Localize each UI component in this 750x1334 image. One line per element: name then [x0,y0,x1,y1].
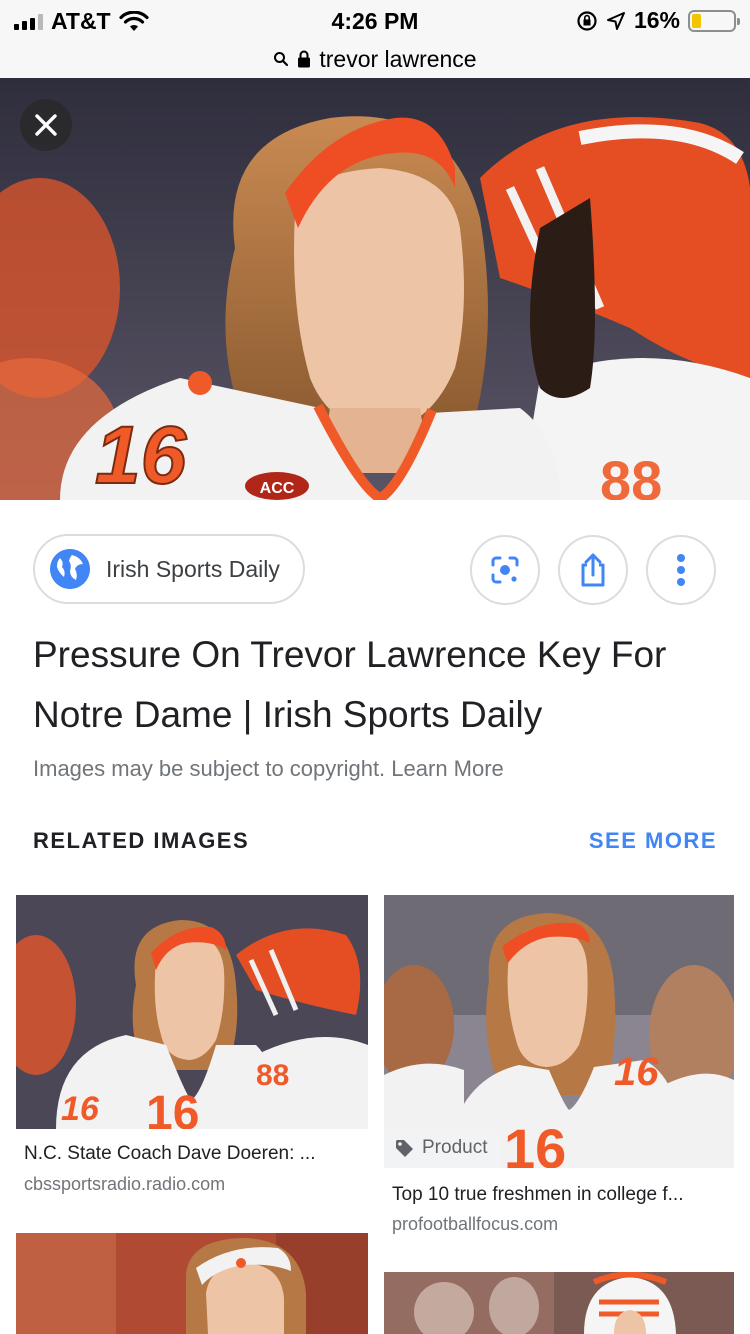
share-icon [581,553,605,587]
related-1-domain: cbssportsradio.radio.com [24,1174,226,1194]
lock-icon [298,50,311,68]
related-1-jersey-number: 16 [61,1090,100,1128]
source-chip[interactable]: Irish Sports Daily [33,534,305,604]
see-more-link[interactable]: SEE MORE [589,828,717,854]
related-2-jersey-number: 16 [614,1050,659,1094]
related-2-title[interactable]: Top 10 true freshmen in college f... [392,1184,732,1206]
copyright-notice[interactable]: Images may be subject to copyright. Lear… [33,756,504,782]
image-title[interactable]: Pressure On Trevor Lawrence Key For Notr… [33,625,723,745]
related-image-1[interactable]: 16 16 88 [16,895,368,1129]
url-bar[interactable]: trevor lawrence [0,40,750,78]
google-lens-icon [491,556,519,584]
product-badge: Product [384,1128,500,1168]
more-options-button[interactable] [646,535,716,605]
related-photo-4 [384,1272,734,1334]
related-2-front-number: 16 [504,1117,566,1168]
share-button[interactable] [558,535,628,605]
related-image-3[interactable] [16,1233,368,1334]
related-1-title[interactable]: N.C. State Coach Dave Doeren: ... [24,1143,364,1165]
battery-icon [688,9,740,32]
close-button[interactable] [20,99,72,151]
source-name: Irish Sports Daily [106,555,280,582]
battery-percent: 16% [633,7,680,33]
status-right: 16% [576,7,740,34]
related-images-header: RELATED IMAGES [33,828,250,853]
more-vert-icon [677,554,685,586]
related-image-4[interactable] [384,1272,734,1334]
related-1-front-number: 16 [146,1087,199,1129]
close-icon [35,114,57,136]
acc-patch: ACC [260,480,295,497]
location-icon [606,11,625,30]
related-1-teammate-number: 88 [256,1059,289,1092]
teammate-number: 88 [600,449,662,500]
lens-button[interactable] [470,535,540,605]
related-2-domain: profootballfocus.com [392,1214,559,1234]
hero-jersey-number: 16 [95,410,188,500]
status-bar: AT&T 4:26 PM 16% [0,0,750,40]
globe-icon [50,549,90,589]
related-photo-3 [16,1233,368,1334]
tag-icon [396,1140,413,1157]
rotation-lock-icon [577,10,597,31]
product-badge-label: Product [422,1137,488,1158]
hero-image[interactable]: 16 ACC 88 [0,78,750,500]
url-text: trevor lawrence [319,45,477,72]
related-photo-1: 16 16 88 [16,895,368,1129]
hero-photo: 16 ACC 88 [0,78,750,500]
battery-level [692,13,701,28]
search-icon [274,52,289,67]
